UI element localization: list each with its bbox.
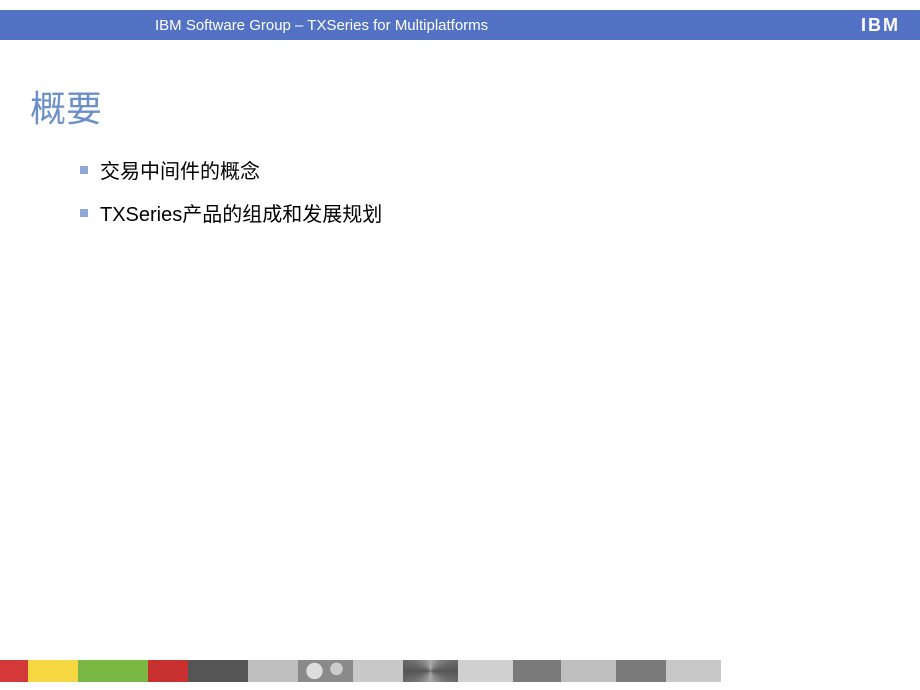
footer-block — [0, 660, 28, 682]
footer-block — [403, 660, 458, 682]
slide-content: 交易中间件的概念 TXSeries产品的组成和发展规划 — [80, 155, 382, 241]
slide-header: IBM Software Group – TXSeries for Multip… — [0, 10, 920, 40]
footer-block — [666, 660, 721, 682]
footer-block — [616, 660, 666, 682]
footer-block — [458, 660, 513, 682]
footer-block — [28, 660, 78, 682]
header-text: IBM Software Group – TXSeries for Multip… — [155, 17, 488, 34]
bullet-text: TXSeries产品的组成和发展规划 — [100, 198, 382, 227]
footer-block — [298, 660, 353, 682]
bullet-icon — [80, 166, 88, 174]
bullet-icon — [80, 209, 88, 217]
bullet-item: TXSeries产品的组成和发展规划 — [80, 198, 382, 227]
footer-block — [188, 660, 248, 682]
footer-block — [78, 660, 148, 682]
slide-footer-decoration — [0, 660, 920, 682]
footer-block — [148, 660, 188, 682]
bullet-text: 交易中间件的概念 — [100, 155, 260, 184]
slide-title: 概要 — [30, 80, 102, 132]
footer-block — [513, 660, 561, 682]
footer-block — [561, 660, 616, 682]
footer-block — [353, 660, 403, 682]
footer-block — [721, 660, 920, 682]
ibm-logo: IBM — [861, 15, 900, 36]
bullet-item: 交易中间件的概念 — [80, 155, 382, 184]
footer-block — [248, 660, 298, 682]
